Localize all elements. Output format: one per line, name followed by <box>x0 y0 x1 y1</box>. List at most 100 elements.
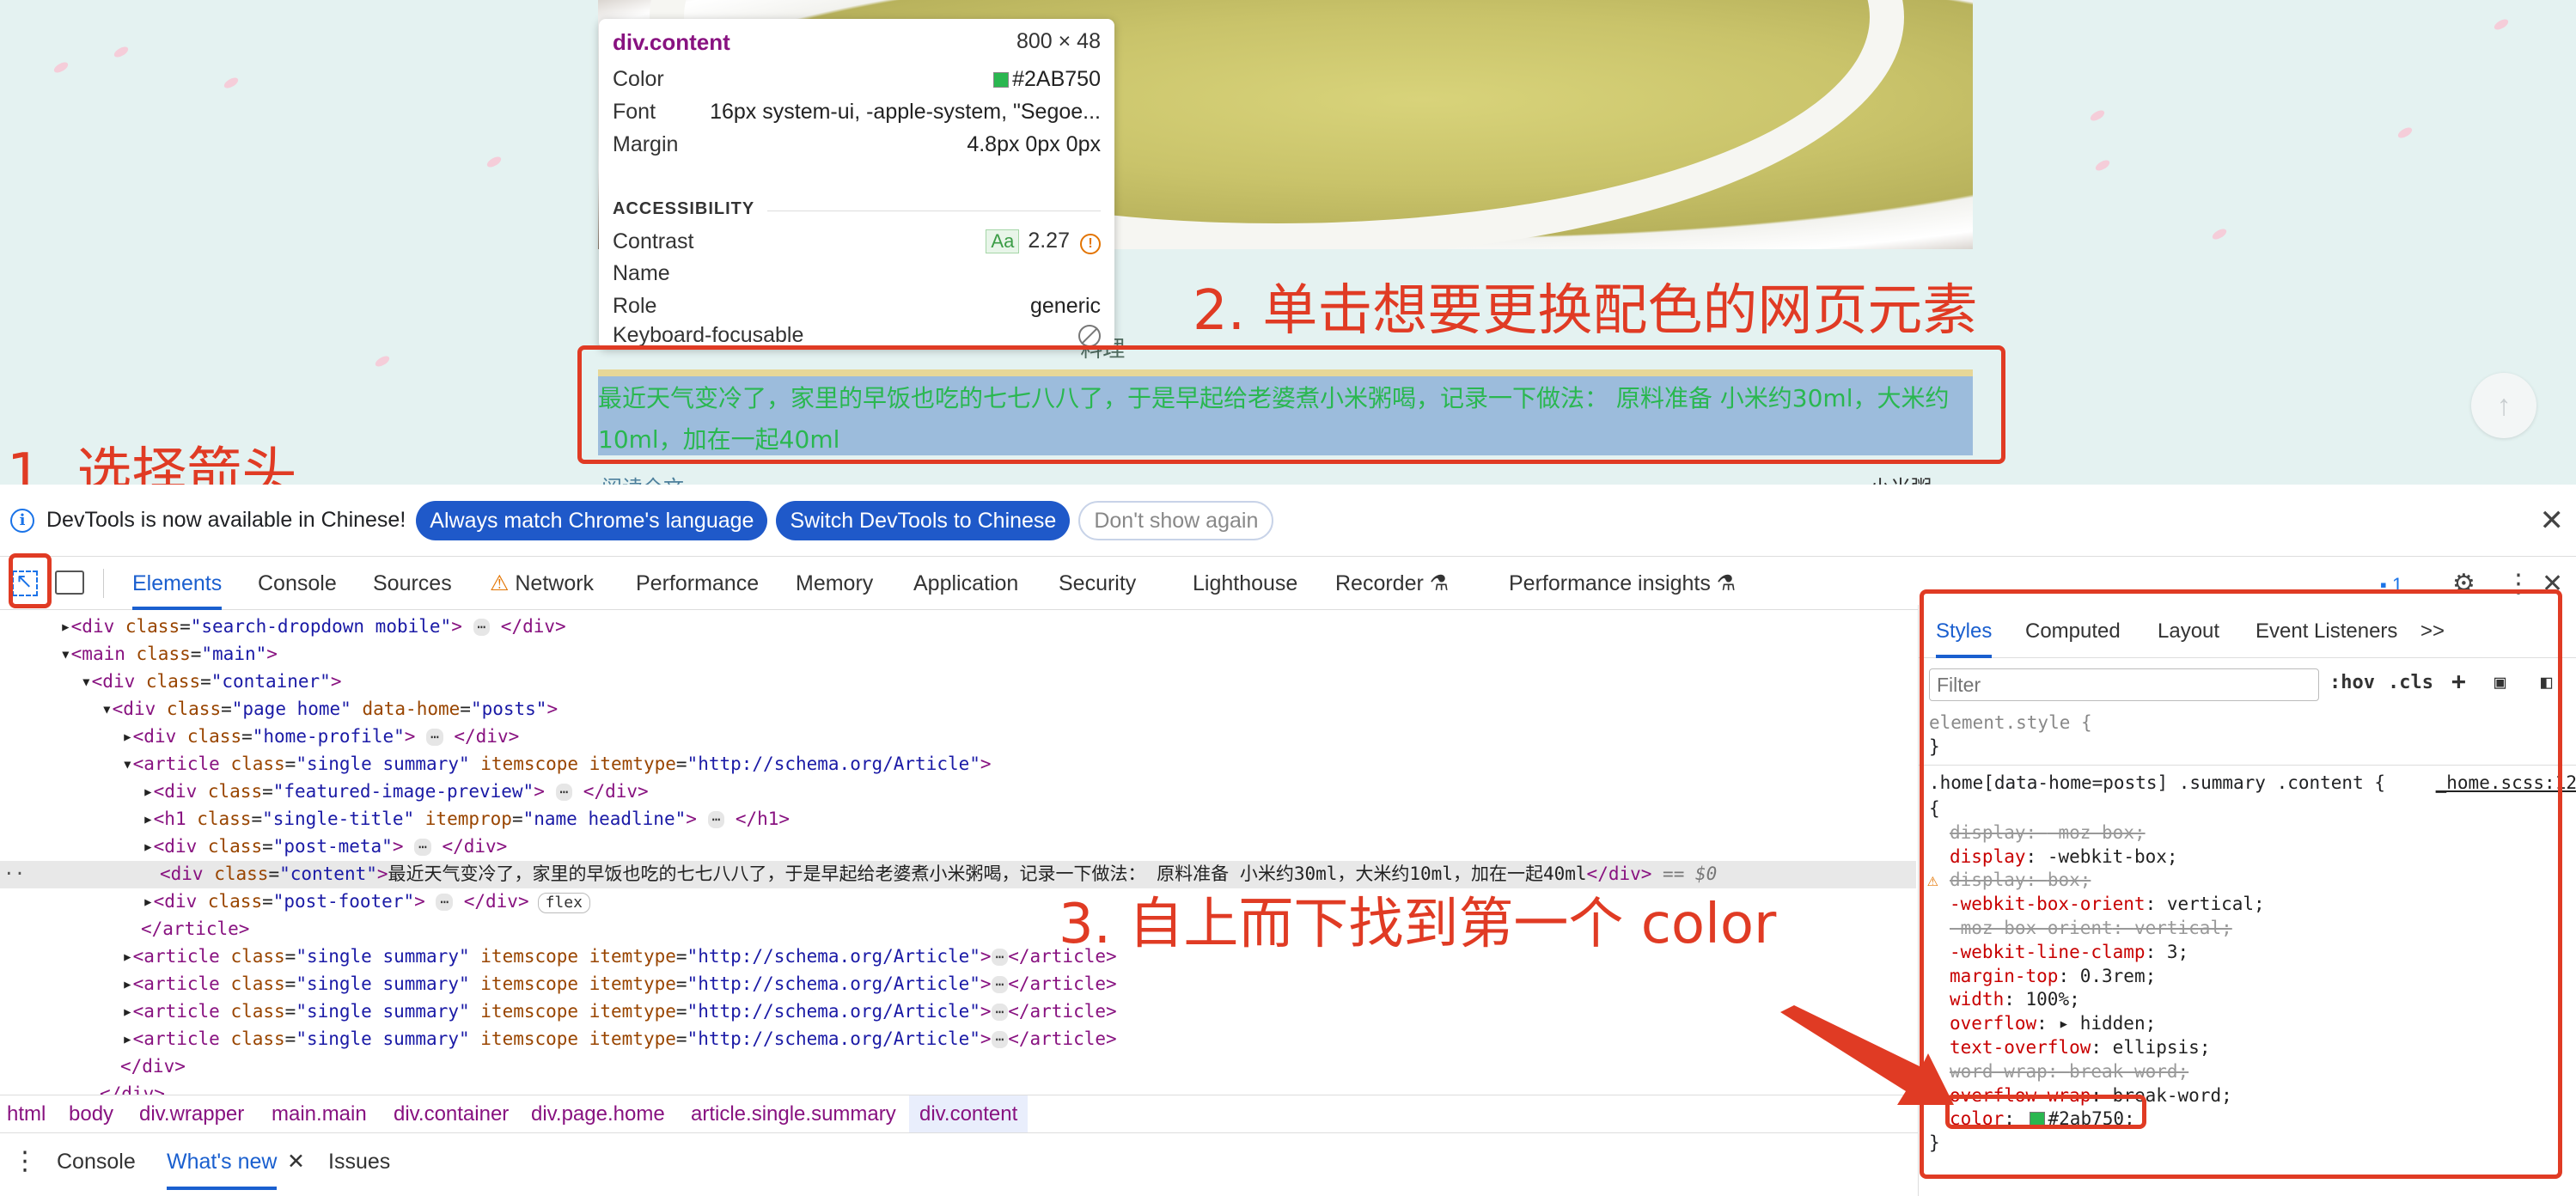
match-language-button[interactable]: Always match Chrome's language <box>416 500 768 540</box>
dom-line[interactable]: ▸<h1 class="single-title" itemprop="name… <box>143 806 790 833</box>
attr-value: "home-profile" <box>252 726 405 747</box>
attr-value: "single summary" <box>296 1028 470 1049</box>
ellipsis-badge[interactable]: ⋯ <box>707 811 725 828</box>
dom-line[interactable]: ▸<div class="post-meta"> ⋯ </div> <box>143 833 507 861</box>
tooltip-font-label: Font <box>613 100 656 124</box>
petal-decoration <box>2396 125 2414 140</box>
dom-line[interactable]: ▾<main class="main"> <box>60 641 278 668</box>
tab-performance-insights[interactable]: Performance insights ⚗ <box>1509 557 1736 610</box>
attr-value: "single summary" <box>296 1001 470 1022</box>
dom-line[interactable]: ▾<div class="page home" data-home="posts… <box>101 696 558 723</box>
ellipsis-badge[interactable]: ⋯ <box>414 839 431 856</box>
dom-line[interactable]: </div> <box>120 1053 186 1081</box>
attr-value: "featured-image-preview" <box>272 781 534 802</box>
scroll-to-top-button[interactable]: ↑ <box>2471 373 2536 438</box>
breadcrumb-item[interactable]: article.single.summary <box>691 1095 896 1133</box>
tag: </div> <box>442 836 508 857</box>
dom-line[interactable]: ▸<div class="search-dropdown mobile"> ⋯ … <box>60 613 566 641</box>
petal-decoration <box>485 155 504 169</box>
breadcrumb-item[interactable]: main.main <box>272 1095 367 1133</box>
ellipsis-badge[interactable]: ⋯ <box>473 619 491 636</box>
attr-value: "main" <box>201 644 267 664</box>
dom-line[interactable]: ▸<article class="single summary" itemsco… <box>122 1026 1117 1053</box>
dom-line[interactable]: ▾<article class="single summary" itemsco… <box>122 751 992 778</box>
switch-to-chinese-button[interactable]: Switch DevTools to Chinese <box>776 500 1071 540</box>
tag: </div> <box>454 726 520 747</box>
dom-line[interactable]: ▸<article class="single summary" itemsco… <box>122 998 1117 1026</box>
warning-icon: ⚠ <box>490 571 510 595</box>
device-toolbar-icon[interactable] <box>55 571 84 595</box>
tab-console[interactable]: Console <box>258 557 337 610</box>
dom-line[interactable]: ▸<article class="single summary" itemsco… <box>122 971 1117 998</box>
tab-memory[interactable]: Memory <box>796 557 873 610</box>
attr-value: "http://schema.org/Article" <box>687 1028 980 1049</box>
tab-application[interactable]: Application <box>913 557 1018 610</box>
flask-icon: ⚗ <box>1429 571 1450 595</box>
dom-line[interactable]: </div> <box>100 1081 165 1095</box>
ellipsis-badge[interactable]: ⋯ <box>426 729 443 746</box>
attr: itemscope <box>480 946 579 967</box>
accessibility-heading: ACCESSIBILITY <box>613 199 755 218</box>
ellipsis-badge[interactable]: ⋯ <box>436 894 454 911</box>
attr: class <box>166 699 222 719</box>
annotation-box-styles <box>1920 589 2562 1179</box>
breadcrumb-item[interactable]: body <box>69 1095 113 1133</box>
tab-recorder[interactable]: Recorder ⚗ <box>1335 557 1449 610</box>
close-icon[interactable]: ✕ <box>2540 503 2565 538</box>
dom-line[interactable]: ▸<div class="post-footer"> ⋯ </div> flex <box>143 888 590 916</box>
drawer-menu-icon[interactable]: ⋮ <box>12 1133 38 1190</box>
attr: data-home <box>362 699 461 719</box>
ellipsis-badge[interactable]: ⋯ <box>991 1031 1009 1048</box>
tag: </h1> <box>735 809 791 829</box>
attr: itemprop <box>424 809 512 829</box>
ellipsis-badge[interactable]: ⋯ <box>991 1004 1009 1021</box>
close-icon[interactable]: ✕ <box>287 1133 305 1190</box>
breadcrumb-item[interactable]: div.container <box>394 1095 509 1133</box>
tab-performance[interactable]: Performance <box>636 557 759 610</box>
dom-line[interactable]: ▾<div class="container"> <box>81 668 341 696</box>
post-tag-partial[interactable]: 小米粥 <box>1870 471 1932 485</box>
tab-elements[interactable]: Elements <box>132 557 223 610</box>
breadcrumb-item-active[interactable]: div.content <box>909 1095 1029 1133</box>
drawer-tab-whats-new[interactable]: What's new <box>167 1133 278 1190</box>
attr: itemscope <box>480 754 579 774</box>
dont-show-again-button[interactable]: Don't show again <box>1078 500 1274 540</box>
dom-line[interactable]: ▸<article class="single summary" itemsco… <box>122 943 1117 971</box>
attr-value: "content" <box>279 863 377 884</box>
ellipsis-badge[interactable]: ⋯ <box>555 784 573 801</box>
attr-value: "post-footer" <box>272 891 415 912</box>
tab-lighthouse[interactable]: Lighthouse <box>1193 557 1297 610</box>
tooltip-color-label: Color <box>613 67 664 91</box>
attr: class <box>214 863 269 884</box>
drawer-tab-console[interactable]: Console <box>57 1133 136 1190</box>
tag: </article> <box>1008 973 1117 994</box>
ellipsis-badge[interactable]: ⋯ <box>991 976 1009 993</box>
breadcrumb-item[interactable]: div.page.home <box>531 1095 665 1133</box>
attr: itemtype <box>589 946 676 967</box>
attr-value: "http://schema.org/Article" <box>687 754 980 774</box>
attr: class <box>207 781 263 802</box>
breadcrumb-item[interactable]: div.wrapper <box>139 1095 244 1133</box>
tab-security[interactable]: Security <box>1059 557 1136 610</box>
attr: class <box>230 1028 285 1049</box>
tag: <div <box>153 891 208 912</box>
attr-value: "single-title" <box>262 809 415 829</box>
ellipsis-badge[interactable]: ⋯ <box>991 949 1009 966</box>
petal-decoration <box>2093 158 2112 173</box>
tab-sources[interactable]: Sources <box>373 557 452 610</box>
tag: <article <box>132 1028 231 1049</box>
tag: <div <box>91 671 146 692</box>
tooltip-selector: div.content <box>613 29 730 55</box>
drawer-tab-issues[interactable]: Issues <box>328 1133 390 1190</box>
petal-decoration <box>222 76 241 90</box>
read-more-link[interactable]: 阅读全文 <box>601 471 684 485</box>
dom-line[interactable]: ▸<div class="featured-image-preview"> ⋯ … <box>143 778 649 806</box>
breadcrumb-item[interactable]: html <box>7 1095 46 1133</box>
tab-network[interactable]: ⚠ Network <box>490 557 594 610</box>
flex-badge[interactable]: flex <box>537 893 590 913</box>
dom-line[interactable]: ▸<div class="home-profile"> ⋯ </div> <box>122 723 519 751</box>
dom-line[interactable]: </article> <box>141 916 249 943</box>
petal-decoration <box>52 60 70 75</box>
tooltip-margin-value: 4.8px 0px 0px <box>967 132 1101 156</box>
tab-performance-insights-label: Performance insights <box>1509 571 1711 595</box>
